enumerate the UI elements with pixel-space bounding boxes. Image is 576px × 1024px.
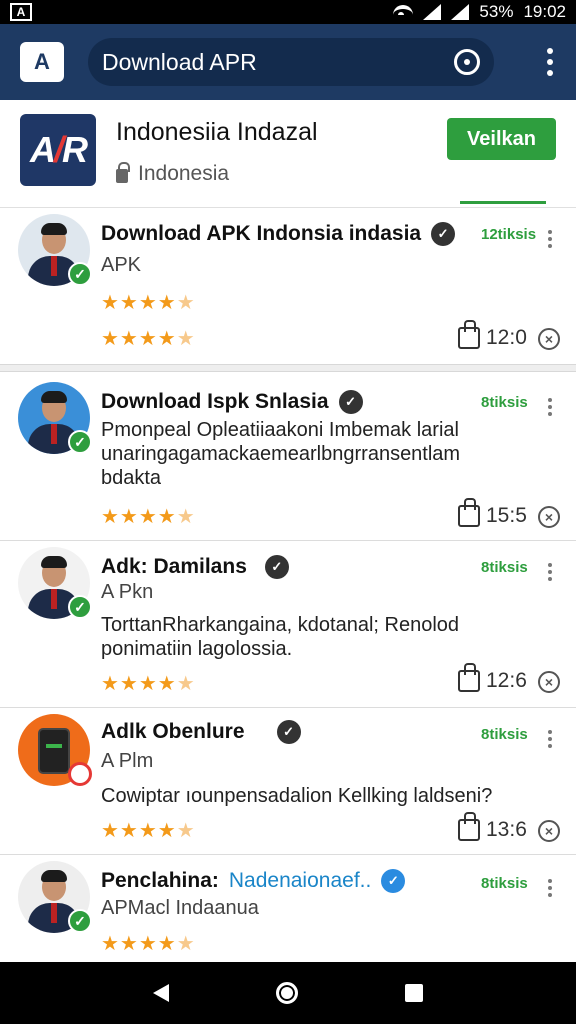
item-title: Adk: Damilans ✓ xyxy=(101,555,289,579)
status-bar: A 53% 19:02 xyxy=(0,0,576,24)
item-title-text: Adk: Damilans xyxy=(101,555,247,578)
like-button[interactable]: 12:0 xyxy=(458,320,527,350)
recents-icon[interactable] xyxy=(404,984,423,1002)
back-icon[interactable] xyxy=(153,984,170,1002)
item-more-icon[interactable] xyxy=(546,230,554,248)
like-count: 12:0 xyxy=(486,326,527,349)
thumb-up-icon xyxy=(458,663,480,692)
like-button[interactable]: 13:6 xyxy=(458,812,527,842)
list-item[interactable]: ✓ Adk: Damilans ✓ A Pkn TorttanRharkanga… xyxy=(0,541,576,707)
star-rating: ★★★★★ xyxy=(101,506,196,528)
item-title: Download APK Indonsia indasia ✓ xyxy=(101,222,456,246)
tab-indicator xyxy=(460,201,546,204)
download-count: 8tiksis xyxy=(481,559,528,576)
item-title: Adlk Obenlure ✓ xyxy=(101,720,301,744)
verified-check-icon: ✓ xyxy=(68,430,92,454)
search-input[interactable]: Download APR xyxy=(102,49,454,76)
item-subtitle: APK xyxy=(101,254,142,276)
app-title: Indonesiia Indazal xyxy=(116,118,318,146)
item-title-text: Download Ispk Snlasia xyxy=(101,390,329,413)
app-logo: A / R xyxy=(20,114,96,186)
item-description: Cowiptar ıounpensadalion Kellking laldse… xyxy=(101,785,493,807)
item-subtitle: A Pkn xyxy=(101,581,154,603)
lock-icon xyxy=(116,162,130,183)
star-rating: ★★★★★ xyxy=(101,820,196,842)
like-count: 15:5 xyxy=(486,504,527,527)
item-more-icon[interactable] xyxy=(546,563,554,581)
section-divider xyxy=(0,364,576,372)
thumb-up-icon xyxy=(458,498,480,527)
avatar: ✓ xyxy=(18,382,92,454)
item-subtitle: APMacl Indaanua xyxy=(101,897,259,919)
item-more-icon[interactable] xyxy=(546,398,554,416)
like-count: 13:6 xyxy=(486,818,527,841)
list-item[interactable]: ✓ Download APK Indonsia indasia ✓ APK ★★… xyxy=(0,208,576,364)
item-title-text: Download APK Indonsia indasia xyxy=(101,222,422,245)
overflow-menu-icon[interactable] xyxy=(540,48,560,76)
verified-check-icon: ✓ xyxy=(68,909,92,933)
list-item[interactable]: ✓ Penclahina: Nadenaionaef.. ✓ APMacl In… xyxy=(0,855,576,962)
star-rating-secondary: ★★★★★ xyxy=(101,328,196,350)
install-button[interactable]: Veilkan xyxy=(447,118,556,160)
verified-badge-icon: ✓ xyxy=(264,555,289,579)
verified-badge-icon: ✓ xyxy=(431,222,456,246)
avatar: ✓ xyxy=(18,214,92,286)
battery-level: 53% xyxy=(479,2,514,21)
clock: 19:02 xyxy=(523,2,566,21)
download-count: 8tiksis xyxy=(481,875,528,892)
status-ring-icon xyxy=(68,762,92,786)
avatar: ✓ xyxy=(18,547,92,619)
item-more-icon[interactable] xyxy=(546,879,554,897)
star-rating: ★★★★★ xyxy=(101,292,196,314)
signal-icon-2 xyxy=(451,4,470,20)
verified-check-icon: ✓ xyxy=(68,262,92,286)
download-count: 8tiksis xyxy=(481,726,528,743)
home-icon[interactable] xyxy=(275,982,298,1004)
like-button[interactable]: 15:5 xyxy=(458,498,527,528)
app-bar: A Download APR xyxy=(0,24,576,100)
like-count: 12:6 xyxy=(486,669,527,692)
dismiss-icon[interactable]: × xyxy=(538,506,560,528)
verified-badge-icon: ✓ xyxy=(338,390,363,414)
list-item[interactable]: ✓ Download Ispk Snlasia ✓ Pmonpeal Oplea… xyxy=(0,372,576,540)
lens-icon[interactable] xyxy=(454,49,480,75)
avatar xyxy=(18,714,92,786)
star-rating: ★★★★★ xyxy=(101,933,196,955)
item-description: Pmonpeal Opleatiiaakoni Imbemak larial u… xyxy=(101,419,461,489)
dismiss-icon[interactable]: × xyxy=(538,328,560,350)
like-button[interactable]: 12:6 xyxy=(458,663,527,693)
item-title: Download Ispk Snlasia ✓ xyxy=(101,390,363,414)
download-count: 12tiksis xyxy=(481,226,537,243)
verified-check-icon: ✓ xyxy=(68,595,92,619)
signal-icon xyxy=(423,4,442,20)
thumb-up-icon xyxy=(458,812,480,841)
search-bar[interactable]: Download APR xyxy=(88,38,494,86)
star-rating: ★★★★★ xyxy=(101,673,196,695)
item-title: Penclahina: Nadenaionaef.. ✓ xyxy=(101,869,406,893)
item-description: TorttanRharkangaina, kdotanal; Renolod p… xyxy=(101,614,460,660)
notification-icon: A xyxy=(10,3,32,21)
download-count: 8tiksis xyxy=(481,394,528,411)
app-region-label: Indonesia xyxy=(138,162,230,185)
dismiss-icon[interactable]: × xyxy=(538,820,560,842)
verified-badge-icon: ✓ xyxy=(276,720,301,744)
item-title-text: Penclahina: xyxy=(101,869,219,892)
list-item[interactable]: Adlk Obenlure ✓ A Plm Cowiptar ıounpensa… xyxy=(0,708,576,854)
avatar: ✓ xyxy=(18,861,92,933)
system-nav-bar xyxy=(0,962,576,1024)
verified-badge-icon: ✓ xyxy=(381,869,406,893)
wifi-icon xyxy=(393,5,414,19)
thumb-up-icon xyxy=(458,320,480,349)
item-subtitle: A Plm xyxy=(101,750,154,772)
app-header-card: A / R Indonesiia Indazal Indonesia Veilkan xyxy=(0,100,576,208)
dismiss-icon[interactable]: × xyxy=(538,671,560,693)
app-home-button[interactable]: A xyxy=(20,42,64,82)
item-title-text: Adlk Obenlure xyxy=(101,720,245,743)
item-more-icon[interactable] xyxy=(546,730,554,748)
item-title-link[interactable]: Nadenaionaef.. xyxy=(229,869,371,893)
app-region: Indonesia xyxy=(116,162,229,186)
